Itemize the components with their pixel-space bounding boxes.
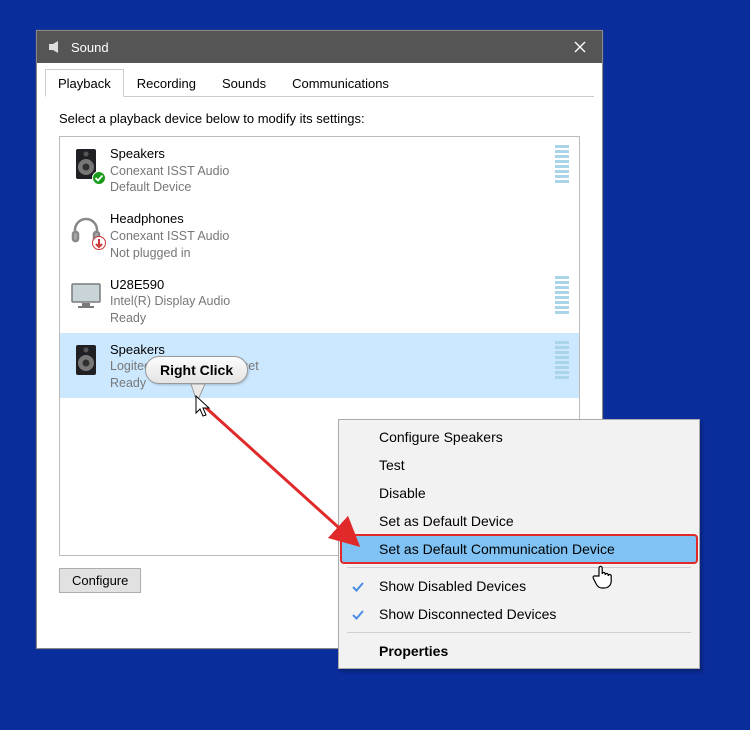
menu-item-disable[interactable]: Disable [341, 479, 697, 507]
monitor-icon [68, 276, 104, 314]
prompt-text: Select a playback device below to modify… [59, 111, 580, 126]
configure-button[interactable]: Configure [59, 568, 141, 593]
device-name: Headphones [110, 210, 569, 228]
menu-item-label: Show Disabled Devices [379, 578, 526, 594]
down-arrow-badge-icon [92, 236, 106, 250]
tab-sounds[interactable]: Sounds [209, 69, 279, 96]
tab-recording[interactable]: Recording [124, 69, 209, 96]
speaker-icon [68, 145, 104, 183]
menu-item-label: Show Disconnected Devices [379, 606, 556, 622]
callout-text: Right Click [145, 356, 248, 384]
device-row[interactable]: Speakers Conexant ISST Audio Default Dev… [60, 137, 579, 202]
menu-item-test[interactable]: Test [341, 451, 697, 479]
menu-item-show-disabled[interactable]: Show Disabled Devices [341, 572, 697, 600]
device-desc: Conexant ISST Audio [110, 228, 569, 245]
window-title: Sound [71, 40, 109, 55]
device-text: Speakers Conexant ISST Audio Default Dev… [110, 145, 549, 196]
sound-icon [47, 39, 63, 55]
device-desc: Conexant ISST Audio [110, 163, 549, 180]
device-text: Headphones Conexant ISST Audio Not plugg… [110, 210, 569, 261]
device-status: Ready [110, 310, 549, 327]
tab-strip: Playback Recording Sounds Communications [45, 69, 594, 97]
device-row[interactable]: U28E590 Intel(R) Display Audio Ready [60, 268, 579, 333]
titlebar: Sound [37, 31, 602, 63]
menu-item-set-default-communication-device[interactable]: Set as Default Communication Device [341, 535, 697, 563]
menu-item-configure-speakers[interactable]: Configure Speakers [341, 423, 697, 451]
device-row[interactable]: Speakers Logitech Wireless Headset Ready [60, 333, 579, 398]
device-name: U28E590 [110, 276, 549, 294]
device-desc: Intel(R) Display Audio [110, 293, 549, 310]
device-status: Not plugged in [110, 245, 569, 262]
headphones-icon [68, 210, 104, 248]
check-badge-icon [92, 171, 106, 185]
level-meter [555, 341, 569, 379]
menu-separator [347, 567, 691, 568]
menu-separator [347, 632, 691, 633]
menu-item-show-disconnected[interactable]: Show Disconnected Devices [341, 600, 697, 628]
level-meter [555, 145, 569, 183]
menu-item-set-default-device[interactable]: Set as Default Device [341, 507, 697, 535]
context-menu: Configure Speakers Test Disable Set as D… [338, 419, 700, 669]
tab-playback[interactable]: Playback [45, 69, 124, 97]
tab-communications[interactable]: Communications [279, 69, 402, 96]
device-name: Speakers [110, 145, 549, 163]
level-meter [555, 276, 569, 314]
device-status: Default Device [110, 179, 549, 196]
check-icon [351, 580, 365, 594]
device-text: U28E590 Intel(R) Display Audio Ready [110, 276, 549, 327]
speaker-icon [68, 341, 104, 379]
right-click-callout: Right Click [145, 356, 248, 384]
check-icon [351, 608, 365, 622]
device-row[interactable]: Headphones Conexant ISST Audio Not plugg… [60, 202, 579, 267]
close-button[interactable] [557, 31, 602, 63]
menu-item-properties[interactable]: Properties [341, 637, 697, 665]
